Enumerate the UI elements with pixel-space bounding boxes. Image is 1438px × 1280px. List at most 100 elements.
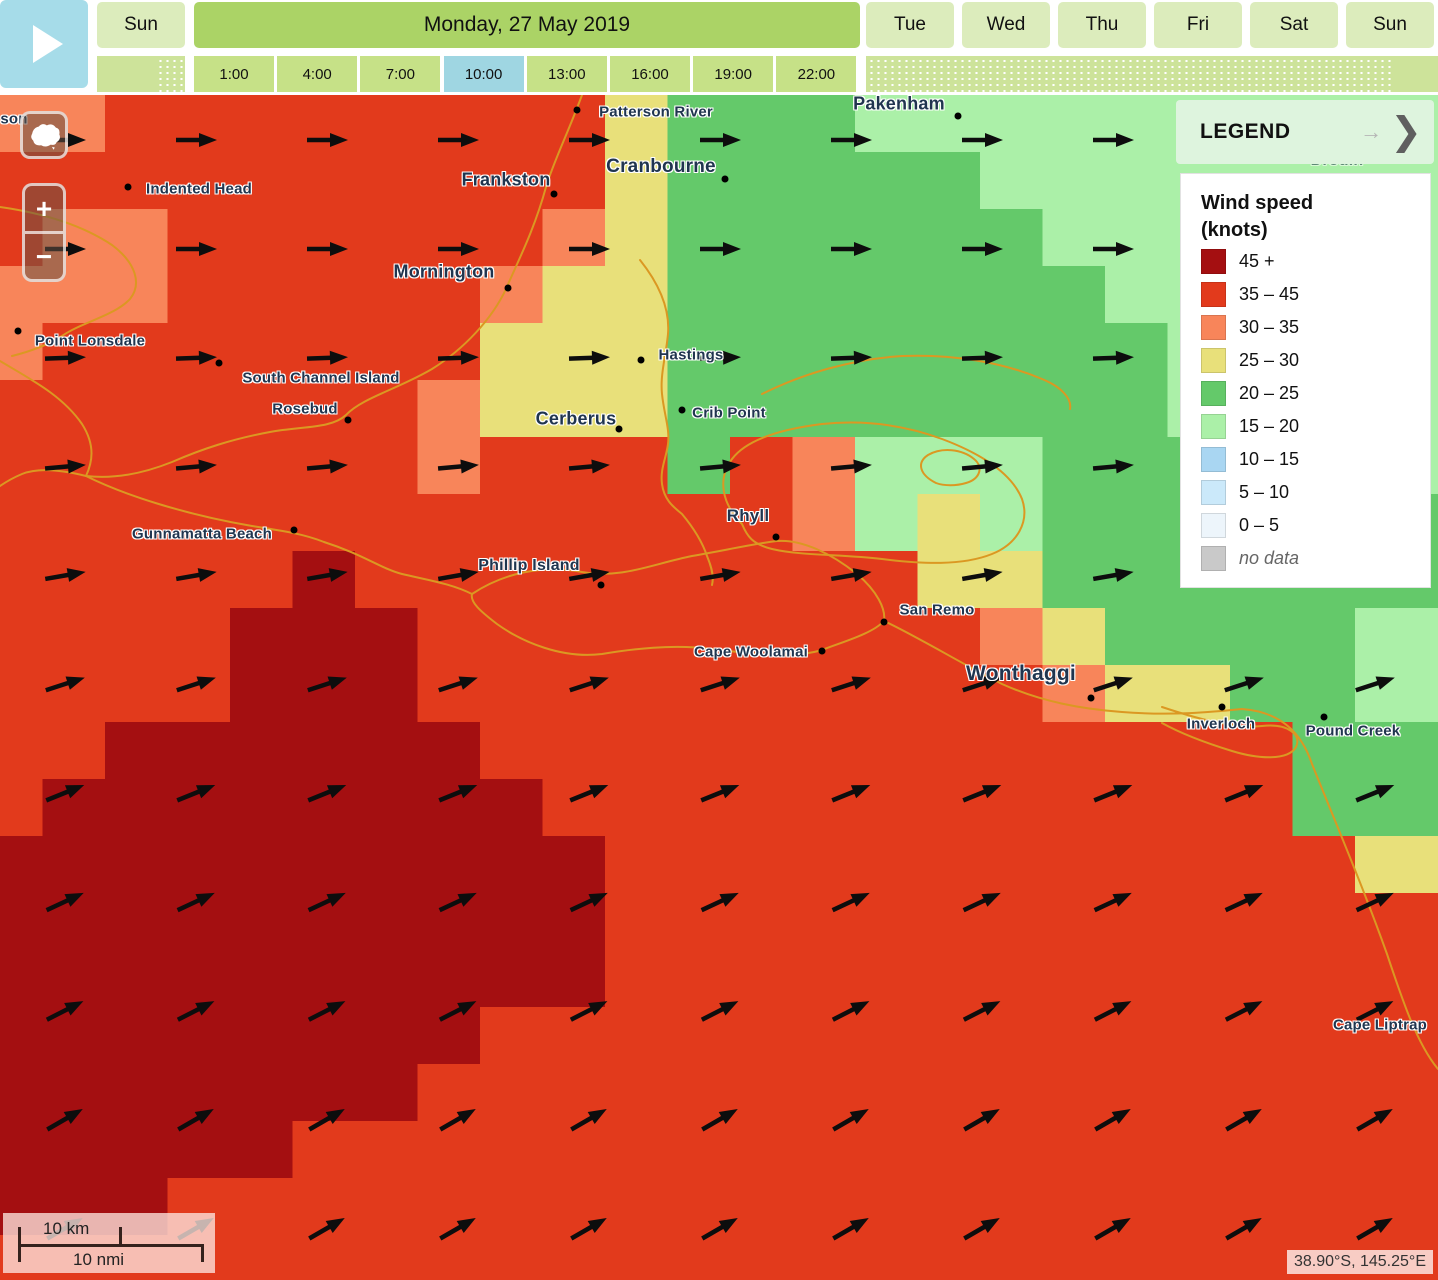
map-label-mornington: Mornington — [394, 262, 495, 283]
legend-item-20–25: 20 – 25 — [1201, 377, 1430, 409]
day-tab-sun-prev[interactable]: Sun — [97, 2, 185, 48]
legend-mini-arrow-icon: → — [1360, 119, 1382, 145]
place-dot-indented-head — [125, 184, 132, 191]
scale-nmi-label: 10 nmi — [73, 1250, 124, 1270]
scale-km-label: 10 km — [43, 1219, 89, 1239]
legend-swatch — [1201, 480, 1226, 505]
place-dot-south-channel-island — [216, 360, 223, 367]
legend-label: 25 – 30 — [1239, 350, 1299, 371]
place-dot-frankston — [551, 191, 558, 198]
place-dot-point-lonsdale — [15, 328, 22, 335]
time-cell-1900[interactable]: 19:00 — [693, 56, 773, 92]
time-cell-1000[interactable]: 10:00 — [444, 56, 524, 92]
place-dot-gunnamatta-beach — [291, 527, 298, 534]
map-label-wonthaggi: Wonthaggi — [966, 662, 1076, 686]
zoom-out-button[interactable]: − — [25, 234, 63, 279]
legend-swatch — [1201, 282, 1226, 307]
legend-swatch — [1201, 315, 1226, 340]
map-label-frankston: Frankston — [462, 170, 551, 191]
play-icon — [33, 25, 63, 63]
legend-item-0–5: 0 – 5 — [1201, 509, 1430, 541]
cursor-coordinates: 38.90°S, 145.25°E — [1287, 1250, 1433, 1274]
day-tab-tue[interactable]: Tue — [866, 2, 954, 48]
australia-icon — [27, 120, 61, 150]
legend-item-10–15: 10 – 15 — [1201, 443, 1430, 475]
map-label-cape-liptrap: Cape Liptrap — [1333, 1017, 1427, 1034]
scale-tick — [201, 1244, 204, 1262]
map-scale-bar: 10 km 10 nmi — [3, 1213, 215, 1273]
legend-swatch — [1201, 447, 1226, 472]
scale-line — [18, 1244, 204, 1247]
place-dot-inverloch — [1219, 704, 1226, 711]
legend-label: 15 – 20 — [1239, 416, 1299, 437]
place-dot-rhyll — [773, 534, 780, 541]
map-label-crib-point: Crib Point — [692, 405, 766, 422]
legend-label: 5 – 10 — [1239, 482, 1289, 503]
play-button[interactable] — [0, 0, 88, 88]
time-cell-100[interactable]: 1:00 — [194, 56, 274, 92]
map-label-pound-creek: Pound Creek — [1306, 723, 1401, 740]
map-canvas[interactable]: + − LEGEND → ❯ Wind speed (knots) 45 +35… — [0, 95, 1438, 1280]
time-cell-700[interactable]: 7:00 — [360, 56, 440, 92]
legend-item-45+: 45 + — [1201, 245, 1430, 277]
place-dot-mornington — [505, 285, 512, 292]
legend-heading: Wind speed — [1201, 190, 1430, 217]
legend-label: 0 – 5 — [1239, 515, 1279, 536]
scale-tick — [119, 1227, 122, 1245]
place-dot-rosebud — [345, 417, 352, 424]
map-label-san-remo: San Remo — [900, 602, 975, 619]
meteye-weather-map-app: Sun Monday, 27 May 2019 Tue Wed Thu Fri … — [0, 0, 1438, 1280]
day-tab-sat[interactable]: Sat — [1250, 2, 1338, 48]
map-label-south-channel-island: South Channel Island — [242, 370, 399, 387]
legend-swatch — [1201, 414, 1226, 439]
time-strip-dots — [866, 56, 1393, 92]
map-label-indented-head: Indented Head — [146, 181, 252, 198]
time-cell-1300[interactable]: 13:00 — [527, 56, 607, 92]
place-dot-pound-creek — [1321, 714, 1328, 721]
map-label-patterson-river: Patterson River — [599, 104, 713, 121]
day-tab-sun-next[interactable]: Sun — [1346, 2, 1434, 48]
time-cell-2200[interactable]: 22:00 — [776, 56, 856, 92]
legend-units: (knots) — [1201, 217, 1430, 244]
map-label-cerberus: Cerberus — [536, 409, 617, 430]
legend-item-15–20: 15 – 20 — [1201, 410, 1430, 442]
zoom-in-button[interactable]: + — [25, 186, 63, 234]
place-dot-cranbourne — [722, 176, 729, 183]
legend-item-25–30: 25 – 30 — [1201, 344, 1430, 376]
legend-collapse-chevron-icon[interactable]: ❯ — [1390, 115, 1422, 149]
map-label-inverloch: Inverloch — [1187, 716, 1256, 733]
legend-item-30–35: 30 – 35 — [1201, 311, 1430, 343]
time-strip-dots — [155, 56, 185, 92]
map-label-point-lonsdale: Point Lonsdale — [35, 333, 145, 350]
legend-panel: Wind speed (knots) 45 +35 – 4530 – 3525 … — [1180, 173, 1431, 588]
legend-items: 45 +35 – 4530 – 3525 – 3020 – 2515 – 201… — [1201, 245, 1430, 574]
day-tab-monday-selected[interactable]: Monday, 27 May 2019 — [194, 2, 860, 48]
legend-label: no data — [1239, 548, 1299, 569]
map-label-cranbourne: Cranbourne — [606, 156, 716, 178]
legend-header[interactable]: LEGEND → ❯ — [1176, 100, 1434, 164]
map-label-rosebud: Rosebud — [272, 401, 338, 418]
map-label-pakenham: Pakenham — [853, 95, 945, 115]
map-label-cape-woolamai: Cape Woolamai — [694, 644, 808, 661]
place-dot-patterson-river — [574, 107, 581, 114]
legend-item-5–10: 5 – 10 — [1201, 476, 1430, 508]
legend-item-nodata: no data — [1201, 542, 1430, 574]
place-dot-pakenham — [955, 113, 962, 120]
place-dot-san-remo — [881, 619, 888, 626]
timeline-bar: Sun Monday, 27 May 2019 Tue Wed Thu Fri … — [0, 0, 1438, 95]
day-tab-wed[interactable]: Wed — [962, 2, 1050, 48]
zoom-control: + − — [22, 183, 66, 282]
time-strip-future-days[interactable] — [866, 56, 1438, 92]
legend-label: 30 – 35 — [1239, 317, 1299, 338]
legend-swatch — [1201, 513, 1226, 538]
time-cell-1600[interactable]: 16:00 — [610, 56, 690, 92]
time-strip-sun-prev[interactable] — [97, 56, 185, 92]
day-tab-thu[interactable]: Thu — [1058, 2, 1146, 48]
map-label-rhyll: Rhyll — [727, 506, 770, 526]
australia-locator-button[interactable] — [20, 111, 68, 159]
day-tab-fri[interactable]: Fri — [1154, 2, 1242, 48]
legend-label: 20 – 25 — [1239, 383, 1299, 404]
time-cell-400[interactable]: 4:00 — [277, 56, 357, 92]
legend-swatch — [1201, 348, 1226, 373]
legend-swatch — [1201, 249, 1226, 274]
